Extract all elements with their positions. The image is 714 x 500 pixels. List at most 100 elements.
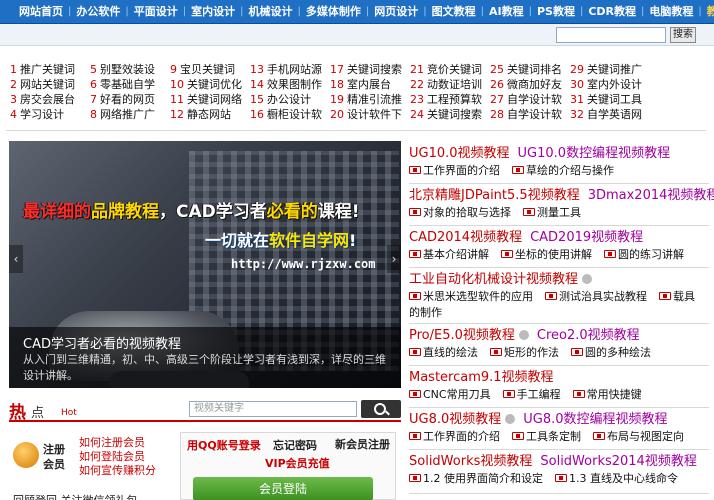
keyword-link[interactable]: 28 自学设计软 xyxy=(490,107,562,122)
course-link[interactable]: 北京精雕JDPaint5.5视频教程 xyxy=(409,188,580,203)
keyword-link[interactable]: 20 设计软件下 xyxy=(330,107,402,122)
keyword-link[interactable]: 6 零基础自学 xyxy=(90,77,155,92)
search-button[interactable]: 搜索 xyxy=(670,27,696,43)
nav-item[interactable]: 网站首页 xyxy=(14,0,68,23)
keyword-link[interactable]: 15 办公设计 xyxy=(250,92,311,107)
course-link[interactable]: SolidWorks视频教程 xyxy=(409,454,532,469)
lesson-link[interactable]: 工作界面的介绍 xyxy=(423,164,500,177)
slider-prev-arrow-icon[interactable]: ‹ xyxy=(9,245,23,273)
keyword-link[interactable]: 18 室内展台 xyxy=(330,77,391,92)
qq-login-link[interactable]: 用QQ账号登录 xyxy=(187,437,261,453)
keyword-link[interactable]: 10 关键词优化 xyxy=(170,77,242,92)
nav-item[interactable]: 机械设计 xyxy=(244,0,298,23)
keyword-link[interactable]: 4 学习设计 xyxy=(10,107,64,122)
search-icon[interactable] xyxy=(361,400,401,418)
course-block: Pro/E5.0视频教程 Creo2.0视频教程直线的绘法 矩形的作法 圆的多种绘法 xyxy=(409,327,709,366)
lesson-link[interactable]: 工作界面的介绍 xyxy=(423,430,500,443)
keyword-link[interactable]: 17 关键词搜索 xyxy=(330,62,402,77)
keyword-link[interactable]: 23 工程预算软 xyxy=(410,92,482,107)
keyword-link[interactable]: 24 关键词搜索 xyxy=(410,107,482,122)
lesson-link[interactable]: 测试治具实战教程 xyxy=(559,290,647,303)
lesson-link[interactable]: 常用快捷键 xyxy=(587,388,642,401)
forgot-password-link[interactable]: 忘记密码 xyxy=(273,437,317,453)
course-link[interactable]: Pro/E5.0视频教程 xyxy=(409,328,515,343)
lesson-link[interactable]: 草绘的介绍与操作 xyxy=(526,164,614,177)
member-help-link[interactable]: 如何登陆会员 xyxy=(79,450,156,464)
lesson-link[interactable]: 测量工具 xyxy=(537,206,581,219)
keyword-link[interactable]: 25 关键词排名 xyxy=(490,62,562,77)
nav-item[interactable]: 多媒体制作 xyxy=(301,0,366,23)
vip-recharge-link[interactable]: VIP会员充值 xyxy=(265,455,330,471)
keyword-link[interactable]: 7 好看的网页 xyxy=(90,92,155,107)
keyword-link[interactable]: 29 关键词推广 xyxy=(570,62,642,77)
course-link[interactable]: UG8.0数控编程视频教程 xyxy=(523,412,667,427)
lesson-link[interactable]: 圆的多种绘法 xyxy=(585,346,651,359)
lesson-link[interactable]: 圆的练习讲解 xyxy=(618,248,684,261)
course-link[interactable]: CAD2014视频教程 xyxy=(409,230,522,245)
course-link[interactable]: UG10.0数控编程视频教程 xyxy=(518,146,671,161)
nav-item[interactable]: 教 xyxy=(702,0,714,23)
course-link[interactable]: 工业自动化机械设计视频教程 xyxy=(409,272,578,287)
nav-item[interactable]: 平面设计 xyxy=(129,0,183,23)
keyword-link[interactable]: 12 静态网站 xyxy=(170,107,231,122)
course-link[interactable]: 3Dmax2014视频教程 xyxy=(588,188,714,203)
lesson-link[interactable]: 1.3 直线及中心线命令 xyxy=(569,472,678,485)
site-search-input[interactable] xyxy=(556,27,666,43)
keyword-link[interactable]: 21 竞价关键词 xyxy=(410,62,482,77)
keyword-rank: 19 xyxy=(330,93,344,106)
keyword-link[interactable]: 1 推广关键词 xyxy=(10,62,75,77)
lesson-link[interactable]: 1.2 使用界面简介和设定 xyxy=(423,472,543,485)
keyword-link[interactable]: 31 关键词工具 xyxy=(570,92,642,107)
lesson-link[interactable]: 直线的绘法 xyxy=(423,346,478,359)
lesson-link[interactable]: CNC常用刀具 xyxy=(423,388,491,401)
lesson-link[interactable]: 矩形的作法 xyxy=(504,346,559,359)
keyword-link[interactable]: 2 网站关键词 xyxy=(10,77,75,92)
nav-item[interactable]: 办公软件 xyxy=(71,0,125,23)
lesson-link[interactable]: 布局与视图定向 xyxy=(607,430,684,443)
nav-item[interactable]: CDR教程 xyxy=(583,0,641,23)
member-help-link[interactable]: 如何注册会员 xyxy=(79,436,156,450)
lesson-link[interactable]: 坐标的使用讲解 xyxy=(515,248,592,261)
lesson-link[interactable]: 对象的拾取与选择 xyxy=(423,206,511,219)
keyword-link[interactable]: 8 网络推广广 xyxy=(90,107,155,122)
banner-caption-title[interactable]: CAD学习者必看的视频教程 xyxy=(23,333,181,352)
register-link[interactable]: 新会员注册 xyxy=(335,437,393,453)
lesson-link[interactable]: 手工编程 xyxy=(517,388,561,401)
nav-item[interactable]: AI教程 xyxy=(484,0,529,23)
course-link[interactable]: Creo2.0视频教程 xyxy=(537,328,640,343)
keyword-link[interactable]: 3 房交会展台 xyxy=(10,92,75,107)
keyword-link[interactable]: 30 室内外设计 xyxy=(570,77,642,92)
keyword-link[interactable]: 5 别墅效装设 xyxy=(90,62,155,77)
keyword-rank: 4 xyxy=(10,108,17,121)
keyword-link[interactable]: 32 自学英语网 xyxy=(570,107,642,122)
keyword-link[interactable]: 9 宝贝关键词 xyxy=(170,62,235,77)
lesson-link[interactable]: 基本介绍讲解 xyxy=(423,248,489,261)
keyword-link[interactable]: 13 手机网站源 xyxy=(250,62,322,77)
keyword-link[interactable]: 11 关键词网络 xyxy=(170,92,242,107)
keyword-link[interactable]: 14 效果图制作 xyxy=(250,77,322,92)
lesson-link[interactable]: 米思米选型软件的应用 xyxy=(423,290,533,303)
course-link[interactable]: Mastercam9.1视频教程 xyxy=(409,370,554,385)
course-link[interactable]: CAD2019视频教程 xyxy=(530,230,643,245)
keyword-link[interactable]: 26 微商加好友 xyxy=(490,77,562,92)
keyword-text: 关键词工具 xyxy=(587,93,642,106)
course-link[interactable]: UG8.0视频教程 xyxy=(409,412,501,427)
video-keyword-input[interactable]: 视频关键字 xyxy=(189,401,357,417)
member-help-link[interactable]: 如何宣传赚积分 xyxy=(79,464,156,478)
keyword-link[interactable]: 16 橱柜设计软 xyxy=(250,107,322,122)
nav-item[interactable]: 图文教程 xyxy=(427,0,481,23)
keyword-link[interactable]: 27 自学设计软 xyxy=(490,92,562,107)
course-link[interactable]: SolidWorks2014视频教程 xyxy=(540,454,696,469)
keyword-rank: 25 xyxy=(490,63,504,76)
member-login-button[interactable]: 会员登陆 xyxy=(193,477,373,500)
nav-item[interactable]: 网页设计 xyxy=(369,0,423,23)
course-link[interactable]: UG10.0视频教程 xyxy=(409,146,510,161)
nav-item[interactable]: 室内设计 xyxy=(186,0,240,23)
nav-item[interactable]: PS教程 xyxy=(532,0,580,23)
nav-item[interactable]: 电脑教程 xyxy=(644,0,698,23)
slider-next-arrow-icon[interactable]: › xyxy=(387,245,401,273)
keyword-link[interactable]: 19 精准引流推 xyxy=(330,92,402,107)
banner-slider[interactable]: 最详细的品牌教程，CAD学习者必看的课程! 一切就在软件自学网! http://… xyxy=(9,141,401,388)
lesson-link[interactable]: 工具条定制 xyxy=(526,430,581,443)
keyword-link[interactable]: 22 动数证培训 xyxy=(410,77,482,92)
